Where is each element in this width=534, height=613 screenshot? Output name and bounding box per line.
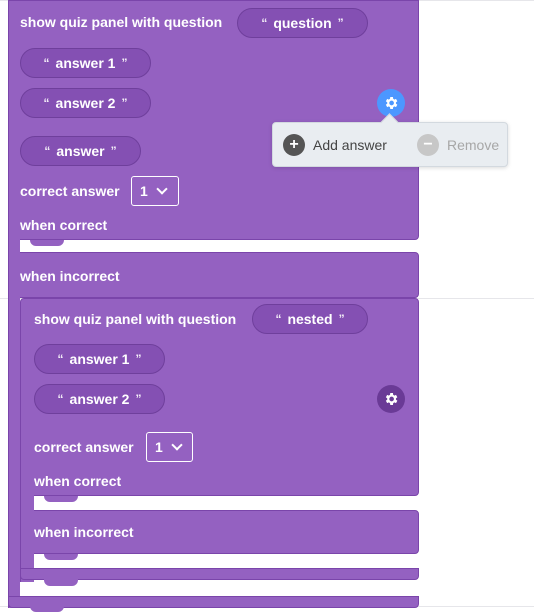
outer-answer-1-text: answer 1 [55,55,116,71]
outer-answer-1-input[interactable]: “ answer 1 ” [20,48,151,78]
nested-incorrect-slot-tab [44,554,78,560]
quote-close: ” [135,392,142,406]
outer-correct-answer-value: 1 [140,183,148,199]
outer-answer-2-input[interactable]: “ answer 2 ” [20,88,151,118]
quote-open: “ [275,312,282,326]
gear-icon [385,393,398,405]
nested-question-text: nested [287,311,333,327]
quote-close: ” [121,56,128,70]
outer-correct-answer-select[interactable]: 1 [131,176,179,206]
nested-block-bottom-tab [44,578,78,586]
nested-correct-slot-tab [44,496,78,502]
quote-open: “ [44,144,51,158]
outer-answer-2-text: answer 2 [55,95,116,111]
outer-block-bottom-tab [30,606,64,612]
nested-answer-2-input[interactable]: “ answer 2 ” [34,384,165,414]
nested-correct-answer-label: correct answer [34,439,134,455]
quote-open: “ [57,392,64,406]
outer-when-incorrect-label: when incorrect [20,268,120,284]
quote-close: ” [110,144,117,158]
outer-question-text: question [273,15,332,31]
minus-icon: − [417,134,439,156]
outer-answer-3-input[interactable]: “ answer ” [20,136,141,166]
outer-correct-slot[interactable] [20,240,419,252]
add-answer-label: Add answer [313,137,387,153]
quote-close: ” [337,16,344,30]
quote-close: ” [121,96,128,110]
remove-answer-label: Remove [447,137,500,153]
nested-when-correct-label: when correct [34,473,122,489]
outer-mutator-gear-button[interactable] [377,89,405,117]
nested-incorrect-slot[interactable] [34,554,419,568]
nested-mutator-gear-button[interactable] [377,385,405,413]
outer-question-input[interactable]: “ question ” [237,8,368,38]
nested-answer-2-text: answer 2 [69,391,130,407]
nested-answer-1-input[interactable]: “ answer 1 ” [34,344,165,374]
chevron-down-icon [171,439,183,451]
plus-icon: + [283,134,305,156]
nested-correct-answer-value: 1 [155,439,163,455]
outer-block-footer [8,596,419,608]
nested-answer-1-text: answer 1 [69,351,130,367]
nested-when-incorrect-label: when incorrect [34,524,134,540]
remove-answer-button[interactable]: − Remove [417,133,499,157]
quote-open: “ [57,352,64,366]
quote-close: ” [338,312,345,326]
outer-when-correct-label: when correct [20,217,108,233]
nested-correct-answer-select[interactable]: 1 [146,432,193,462]
outer-block-spine [8,236,20,608]
add-answer-button[interactable]: + Add answer [283,133,387,157]
nested-block-footer [20,568,419,580]
quote-open: “ [43,56,50,70]
outer-title: show quiz panel with question [20,14,223,30]
chevron-down-icon [156,183,168,195]
nested-correct-slot[interactable] [34,496,419,510]
nested-question-input[interactable]: “ nested ” [252,304,368,334]
quote-open: “ [261,16,268,30]
quote-open: “ [43,96,50,110]
outer-answer-3-text: answer [56,143,105,159]
outer-correct-answer-label: correct answer [20,183,120,199]
nested-title: show quiz panel with question [34,311,237,327]
quote-close: ” [135,352,142,366]
gear-icon [385,97,398,109]
outer-correct-slot-tab [30,240,64,246]
